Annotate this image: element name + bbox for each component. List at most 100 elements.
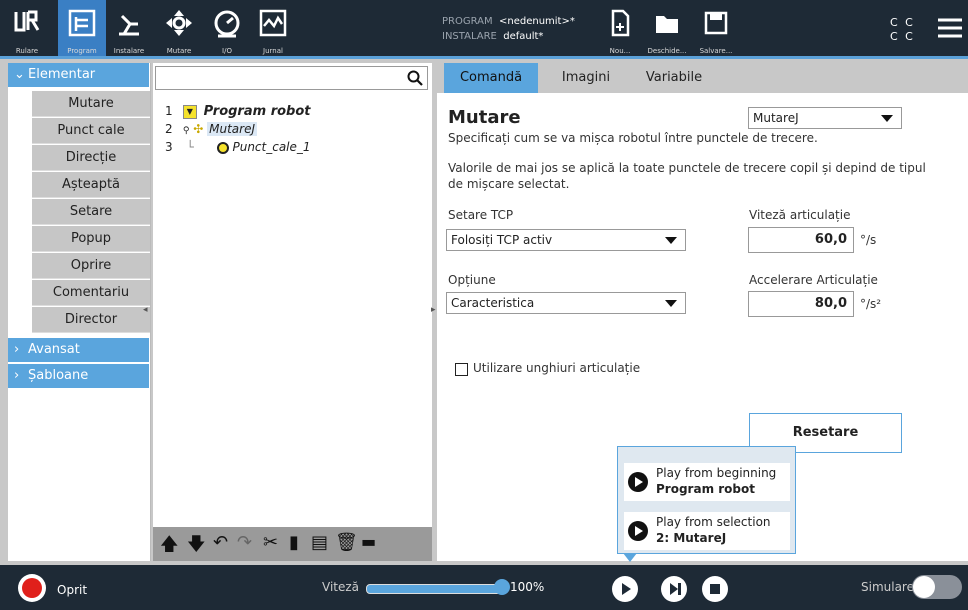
- nav-program[interactable]: Program: [58, 0, 106, 58]
- page-title: Mutare: [448, 107, 521, 128]
- nav-instalare[interactable]: Instalare: [108, 0, 150, 58]
- file-button-label: Nou...: [609, 47, 631, 55]
- status-text: Oprit: [57, 583, 88, 597]
- simulation-toggle[interactable]: [912, 575, 962, 599]
- undo-icon[interactable]: ↶: [213, 532, 228, 553]
- tab-variabile[interactable]: Variabile: [634, 63, 714, 93]
- move-type-dropdown[interactable]: MutareJ: [748, 107, 902, 129]
- joint-angles-checkbox[interactable]: [455, 363, 468, 376]
- nav-label: Jurnal: [263, 47, 283, 55]
- category-elementar[interactable]: ⌄ Elementar: [8, 63, 149, 87]
- sidebar-item-asteapta[interactable]: Așteaptă: [32, 172, 150, 198]
- chevron-right-icon: ›: [14, 342, 20, 357]
- joint-accel-unit: °/s²: [860, 297, 882, 311]
- chevron-down-icon: ⌄: [14, 67, 25, 82]
- item-target: Program robot: [656, 482, 755, 496]
- status-indicator[interactable]: [18, 574, 46, 602]
- collapse-handle-icon[interactable]: ◂: [143, 305, 148, 315]
- hamburger-icon: [938, 18, 962, 38]
- stop-status-icon: [22, 578, 42, 598]
- open-button[interactable]: Deschide...: [642, 0, 692, 58]
- copy-icon[interactable]: ▮: [289, 532, 299, 553]
- save-icon: [704, 11, 728, 35]
- io-gauge-icon: [214, 10, 240, 38]
- nav-label: Mutare: [166, 47, 192, 55]
- tree-search-input[interactable]: [155, 66, 428, 90]
- program-icon: [68, 9, 96, 37]
- redo-icon[interactable]: ↷: [237, 532, 252, 553]
- collapse-arrow-icon[interactable]: ▼: [182, 104, 197, 119]
- expand-handle-icon[interactable]: ▸: [431, 305, 436, 315]
- dropdown-value: MutareJ: [753, 111, 799, 125]
- speed-slider[interactable]: [366, 584, 508, 594]
- speed-label: Viteză: [322, 580, 360, 594]
- sidebar-item-directie[interactable]: Direcție: [32, 145, 150, 171]
- move-down-icon[interactable]: 🡇: [187, 532, 206, 562]
- nav-rulare[interactable]: Rulare: [6, 0, 48, 58]
- speed-value: 100%: [510, 580, 545, 594]
- sidebar-item-punct-cale[interactable]: Punct cale: [32, 118, 150, 144]
- step-button-icon[interactable]: [661, 576, 687, 602]
- joint-accel-input[interactable]: 80,0: [748, 291, 854, 317]
- joint-speed-input[interactable]: 60,0: [748, 227, 854, 253]
- toggle-knob: [913, 576, 935, 598]
- dropdown-value: Caracteristica: [451, 296, 535, 310]
- nav-jurnal[interactable]: Jurnal: [252, 0, 294, 58]
- item-title: Play from beginning: [656, 466, 777, 480]
- folder-icon: [656, 16, 678, 33]
- hamburger-menu-button[interactable]: [936, 16, 964, 44]
- dropdown-arrow-icon: [665, 300, 677, 307]
- nav-io[interactable]: I/O: [206, 0, 248, 58]
- tab-imagini[interactable]: Imagini: [546, 63, 626, 93]
- item-title: Play from selection: [656, 515, 771, 529]
- stop-button-icon[interactable]: [702, 576, 728, 602]
- tree-row-punct-cale[interactable]: 3 └ Punct_cale_1: [165, 138, 311, 156]
- move-up-icon[interactable]: 🡅: [160, 532, 179, 562]
- nav-mutare[interactable]: Mutare: [158, 0, 200, 58]
- suppress-icon[interactable]: ▬: [361, 532, 376, 551]
- tree-label: Program robot: [203, 104, 311, 119]
- tcp-dropdown[interactable]: Folosiți TCP activ: [446, 229, 686, 251]
- sidebar-item-oprire[interactable]: Oprire: [32, 253, 150, 279]
- pin-icon: ⚲: [182, 126, 190, 136]
- category-avansat[interactable]: › Avansat: [8, 338, 149, 362]
- sidebar-item-mutare[interactable]: Mutare: [32, 91, 150, 117]
- joint-angles-label: Utilizare unghiuri articulație: [473, 361, 641, 375]
- dropdown-arrow-icon: [665, 237, 677, 244]
- play-from-selection-item[interactable]: Play from selection 2: MutareJ: [624, 512, 790, 550]
- new-file-button[interactable]: Nou...: [600, 0, 640, 58]
- log-chart-icon: [259, 9, 287, 37]
- delete-icon[interactable]: 🗑: [335, 532, 358, 553]
- play-circle-icon: [628, 521, 648, 541]
- sidebar-item-director[interactable]: Director: [32, 307, 150, 333]
- play-from-beginning-item[interactable]: Play from beginning Program robot: [624, 463, 790, 501]
- tab-comanda[interactable]: Comandă: [444, 63, 538, 93]
- file-button-label: Salvare...: [699, 47, 733, 55]
- tree-toolbar: 🡅 🡇 ↶ ↷ ✂ ▮ ▤ 🗑 ▬: [153, 527, 432, 561]
- new-file-icon: [611, 9, 630, 37]
- top-bar: Rulare Program Instalare Mutare I/O Jurn…: [0, 0, 968, 58]
- sidebar-item-comentariu[interactable]: Comentariu: [32, 280, 150, 306]
- paste-icon[interactable]: ▤: [311, 532, 328, 553]
- play-button-icon[interactable]: [612, 576, 638, 602]
- line-number: 1: [165, 104, 173, 118]
- category-sabloane[interactable]: › Șabloane: [8, 364, 149, 388]
- line-number: 2: [165, 122, 173, 136]
- description-2: Valorile de mai jos se aplică la toate p…: [448, 161, 926, 191]
- joint-speed-unit: °/s: [860, 233, 877, 247]
- search-icon[interactable]: [407, 70, 423, 86]
- category-label: Elementar: [28, 67, 96, 82]
- nav-label: Program: [67, 47, 97, 55]
- speed-slider-handle[interactable]: [494, 579, 510, 595]
- sidebar-item-popup[interactable]: Popup: [32, 226, 150, 252]
- tree-row-program[interactable]: 1 ▼ Program robot: [165, 102, 310, 120]
- option-dropdown[interactable]: Caracteristica: [446, 292, 686, 314]
- cc-indicator-bottom: C C: [890, 30, 915, 43]
- sidebar-item-setare[interactable]: Setare: [32, 199, 150, 225]
- cut-icon[interactable]: ✂: [263, 532, 278, 553]
- joint-speed-label: Viteză articulație: [749, 208, 851, 222]
- tree-row-mutarej[interactable]: 2 ⚲ ✣ MutareJ: [165, 120, 258, 138]
- description-1: Specificați cum se va mișca robotul într…: [448, 131, 818, 145]
- dropdown-arrow-icon: [881, 115, 893, 122]
- save-button[interactable]: Salvare...: [694, 0, 738, 58]
